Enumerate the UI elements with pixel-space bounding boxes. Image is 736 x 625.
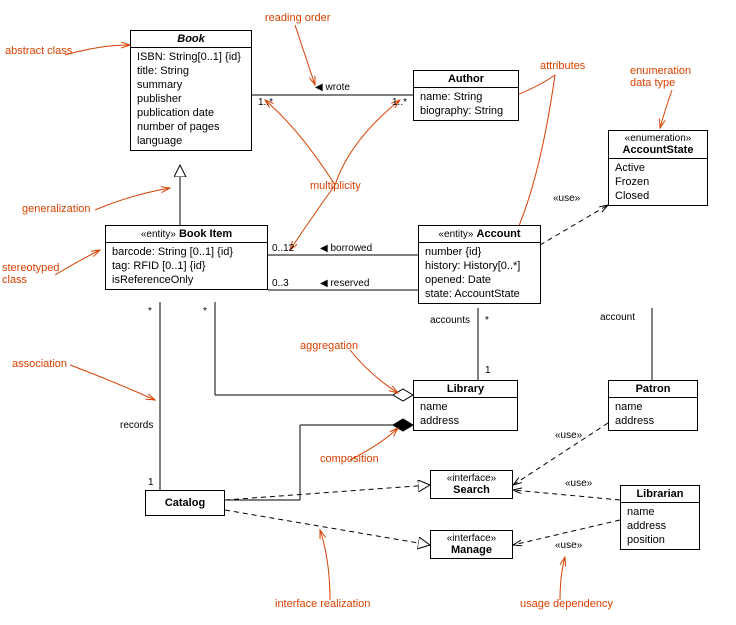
attr: history: History[0..*]: [425, 259, 534, 273]
stereotype: «interface»: [437, 473, 506, 484]
class-author: Author name: String biography: String: [413, 70, 519, 121]
attr: number {id}: [425, 245, 534, 259]
stereotype: «interface»: [437, 533, 506, 544]
ann-generalization: generalization: [22, 203, 91, 215]
ann-enumeration: enumeration data type: [630, 65, 691, 89]
label-reserved: ◀ reserved: [320, 278, 369, 289]
mult: *: [485, 315, 489, 326]
ann-abstract-class: abstract class: [5, 45, 72, 57]
attr: publication date: [137, 106, 245, 120]
mult: 1..*: [392, 97, 407, 108]
attr: biography: String: [420, 104, 512, 118]
class-title: Book Item: [179, 228, 232, 240]
attr: address: [615, 414, 691, 428]
ann-interface-realization: interface realization: [275, 598, 370, 610]
ann-reading-order: reading order: [265, 12, 330, 24]
attr: summary: [137, 78, 245, 92]
attr: name: String: [420, 90, 512, 104]
class-title: Manage: [451, 544, 492, 556]
class-title: Account: [477, 228, 521, 240]
class-title: Author: [448, 73, 484, 85]
class-title: Library: [447, 383, 484, 395]
class-account: «entity» Account number {id} history: Hi…: [418, 225, 541, 304]
class-library: Library name address: [413, 380, 518, 431]
mult: 1: [148, 477, 154, 488]
class-title: Patron: [636, 383, 671, 395]
ann-association: association: [12, 358, 67, 370]
ann-multiplicity: multiplicity: [310, 180, 361, 192]
class-title: Book: [177, 33, 205, 45]
class-title: Search: [453, 484, 490, 496]
class-accountstate: «enumeration» AccountState Active Frozen…: [608, 130, 708, 206]
mult: 1: [485, 365, 491, 376]
role-accounts: accounts: [430, 315, 470, 326]
attr: barcode: String [0..1] {id}: [112, 245, 261, 259]
class-title: Catalog: [165, 497, 205, 509]
attr: tag: RFID [0..1] {id}: [112, 259, 261, 273]
ann-stereotyped-class: stereotyped class: [2, 262, 59, 286]
mult: 0..12: [272, 243, 294, 254]
attr: position: [627, 533, 693, 547]
attr: address: [420, 414, 511, 428]
label-use: «use»: [555, 540, 582, 551]
class-patron: Patron name address: [608, 380, 698, 431]
attr: isReferenceOnly: [112, 273, 261, 287]
attr: publisher: [137, 92, 245, 106]
attr: ISBN: String[0..1] {id}: [137, 50, 245, 64]
attr: address: [627, 519, 693, 533]
attr: name: [420, 400, 511, 414]
attr: name: [615, 400, 691, 414]
stereotype: «entity»: [438, 229, 473, 240]
class-search: «interface» Search: [430, 470, 513, 499]
mult: *: [148, 306, 152, 317]
stereotype: «entity»: [141, 229, 176, 240]
mult: 0..3: [272, 278, 289, 289]
attr: title: String: [137, 64, 245, 78]
class-catalog: Catalog: [145, 490, 225, 516]
label-use: «use»: [553, 193, 580, 204]
ann-composition: composition: [320, 453, 379, 465]
label-wrote: ◀ wrote: [315, 82, 350, 93]
class-title: Librarian: [636, 488, 683, 500]
literal: Closed: [615, 189, 701, 203]
attr: number of pages: [137, 120, 245, 134]
class-title: AccountState: [623, 144, 694, 156]
role-account: account: [600, 312, 635, 323]
ann-usage-dependency: usage dependency: [520, 598, 613, 610]
label-borrowed: ◀ borrowed: [320, 243, 372, 254]
literal: Frozen: [615, 175, 701, 189]
attr: language: [137, 134, 245, 148]
mult: *: [203, 306, 207, 317]
attr: state: AccountState: [425, 287, 534, 301]
stereotype: «enumeration»: [615, 133, 701, 144]
class-book: Book ISBN: String[0..1] {id} title: Stri…: [130, 30, 252, 151]
label-use: «use»: [565, 478, 592, 489]
ann-attributes: attributes: [540, 60, 585, 72]
mult: 1..*: [258, 97, 273, 108]
attr: opened: Date: [425, 273, 534, 287]
ann-aggregation: aggregation: [300, 340, 358, 352]
attr: name: [627, 505, 693, 519]
literal: Active: [615, 161, 701, 175]
label-records: records: [120, 420, 153, 431]
class-bookitem: «entity» Book Item barcode: String [0..1…: [105, 225, 268, 290]
class-librarian: Librarian name address position: [620, 485, 700, 550]
label-use: «use»: [555, 430, 582, 441]
class-manage: «interface» Manage: [430, 530, 513, 559]
